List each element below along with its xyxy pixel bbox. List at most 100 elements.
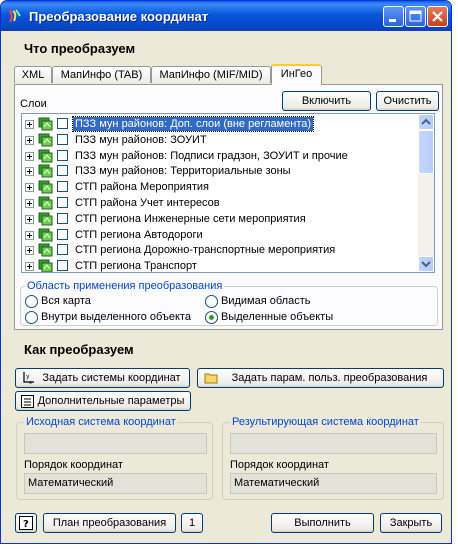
close-icon xyxy=(432,11,443,22)
layer-label: ПЗЗ мун районов: Территориальные зоны xyxy=(75,165,291,178)
scope-selected-objects-label: Выделенные объекты xyxy=(221,311,334,323)
layer-row[interactable]: СТП района Учет интересов xyxy=(22,195,422,211)
layer-checkbox[interactable] xyxy=(57,244,68,256)
layer-row[interactable]: СТП района Мероприятия xyxy=(22,179,422,195)
maximize-icon xyxy=(409,10,422,22)
layer-label: СТП региона Транспорт xyxy=(75,260,197,273)
close-button[interactable]: Закрыть xyxy=(380,513,442,533)
result-system-group: Результирующая система координат Порядок… xyxy=(222,416,444,500)
tab-mapinfo-tab[interactable]: МапИнфо (TAB) xyxy=(52,66,151,83)
layer-row[interactable]: СТП региона Транспорт xyxy=(22,258,422,273)
layer-icon xyxy=(38,212,53,226)
list-icon xyxy=(21,395,34,408)
expand-icon[interactable] xyxy=(25,230,34,240)
layer-icon xyxy=(38,228,53,242)
run-button[interactable]: Выполнить xyxy=(271,513,374,533)
layer-row[interactable]: ПЗЗ мун районов: Подписи градзон, ЗОУИТ … xyxy=(22,148,422,164)
scope-visible-area-radio[interactable] xyxy=(205,295,218,308)
expand-icon[interactable] xyxy=(25,262,34,272)
layer-icon xyxy=(38,243,53,257)
set-systems-button[interactable]: yx Задать системы координат xyxy=(15,368,190,388)
title-bar[interactable]: Преобразование координат xyxy=(1,1,451,31)
layer-checkbox[interactable] xyxy=(57,133,68,145)
chevron-down-icon xyxy=(421,261,431,268)
layer-row[interactable]: ПЗЗ мун районов: ЗОУИТ xyxy=(22,132,422,148)
layers-scrollbar[interactable] xyxy=(418,114,434,272)
layer-row[interactable]: СТП региона Инженерные сети мероприятия xyxy=(22,211,422,227)
layer-checkbox[interactable] xyxy=(57,118,68,129)
expand-icon[interactable] xyxy=(25,151,34,161)
scroll-thumb[interactable] xyxy=(418,130,434,174)
clear-button[interactable]: Очистить xyxy=(376,91,439,111)
expand-icon[interactable] xyxy=(25,135,34,145)
scope-whole-map-radio[interactable] xyxy=(25,295,38,308)
scroll-up-button[interactable] xyxy=(418,114,434,130)
tab-xml[interactable]: XML xyxy=(14,66,52,83)
svg-text:y: y xyxy=(26,373,30,380)
layer-checkbox[interactable] xyxy=(57,197,68,208)
layer-icon xyxy=(38,149,53,163)
layer-icon xyxy=(38,180,53,194)
svg-text:x: x xyxy=(29,380,32,385)
layer-row[interactable]: СТП региона Дорожно-транспортные меропри… xyxy=(22,242,422,258)
tab-ingeo[interactable]: ИнГео xyxy=(271,64,322,85)
extra-params-button[interactable]: Дополнительные параметры xyxy=(15,391,191,411)
app-icon xyxy=(9,9,21,23)
layer-icon xyxy=(38,164,53,178)
help-button[interactable]: ? xyxy=(15,513,37,533)
layer-row[interactable]: ПЗЗ мун районов: Доп. слои (вне регламен… xyxy=(22,116,422,132)
layer-label: СТП района Учет интересов xyxy=(75,197,220,209)
folder-icon xyxy=(204,373,218,384)
layers-tree[interactable]: ПЗЗ мун районов: Доп. слои (вне регламен… xyxy=(21,113,435,273)
layer-checkbox[interactable] xyxy=(57,165,68,177)
what-heading: Что преобразуем xyxy=(24,41,136,56)
close-window-button[interactable] xyxy=(427,6,448,27)
layer-label: СТП региона Дорожно-транспортные меропри… xyxy=(75,244,336,257)
minimize-icon xyxy=(389,19,396,22)
expand-icon[interactable] xyxy=(25,120,34,129)
plan-button[interactable]: План преобразования xyxy=(43,513,176,533)
result-system-field xyxy=(230,433,437,454)
set-systems-label: Задать системы координат xyxy=(42,372,181,384)
help-icon: ? xyxy=(19,516,33,530)
how-heading: Как преобразуем xyxy=(24,342,134,357)
layers-label: Слои xyxy=(20,98,47,110)
scope-whole-map-label: Вся карта xyxy=(41,295,91,307)
extra-params-label: Дополнительные параметры xyxy=(37,395,185,407)
layer-row[interactable]: СТП региона Автодороги xyxy=(22,227,422,243)
expand-icon[interactable] xyxy=(25,246,34,256)
plan-count-button[interactable]: 1 xyxy=(181,513,203,533)
source-system-title: Исходная система координат xyxy=(24,416,178,428)
layer-row[interactable]: ПЗЗ мун районов: Территориальные зоны xyxy=(22,163,422,179)
layer-checkbox[interactable] xyxy=(57,260,68,272)
layer-icon xyxy=(38,259,53,272)
layer-checkbox[interactable] xyxy=(57,212,68,224)
scope-visible-area-label: Видимая область xyxy=(221,295,311,307)
scroll-down-button[interactable] xyxy=(418,256,434,272)
scope-selected-objects-radio[interactable] xyxy=(205,311,218,324)
include-button[interactable]: Включить xyxy=(282,91,371,111)
axes-icon: yx xyxy=(23,372,34,385)
expand-icon[interactable] xyxy=(25,214,34,224)
maximize-button[interactable] xyxy=(405,6,426,27)
dialog-window: Преобразование координат Что преобразуем… xyxy=(0,0,452,544)
layer-checkbox[interactable] xyxy=(57,149,68,161)
expand-icon[interactable] xyxy=(25,167,34,177)
layer-label: СТП района Мероприятия xyxy=(75,181,209,194)
set-params-label: Задать парам. польз. преобразования xyxy=(231,372,428,384)
set-params-button[interactable]: Задать парам. польз. преобразования xyxy=(197,368,444,388)
chevron-up-icon xyxy=(421,118,431,125)
layer-checkbox[interactable] xyxy=(57,228,68,240)
scope-title: Область применения преобразования xyxy=(25,280,225,292)
layer-checkbox[interactable] xyxy=(57,181,68,193)
tab-mapinfo-mif[interactable]: МапИнфо (MIF/MID) xyxy=(151,66,271,83)
scope-inside-object-label: Внутри выделенного объекта xyxy=(41,311,191,323)
minimize-button[interactable] xyxy=(383,6,404,27)
layer-icon xyxy=(38,196,53,210)
layer-icon xyxy=(38,117,53,131)
expand-icon[interactable] xyxy=(25,199,34,208)
expand-icon[interactable] xyxy=(25,183,34,193)
layer-label: ПЗЗ мун районов: Доп. слои (вне регламен… xyxy=(71,116,315,132)
source-order-label: Порядок координат xyxy=(24,459,123,471)
scope-inside-object-radio[interactable] xyxy=(25,311,38,324)
